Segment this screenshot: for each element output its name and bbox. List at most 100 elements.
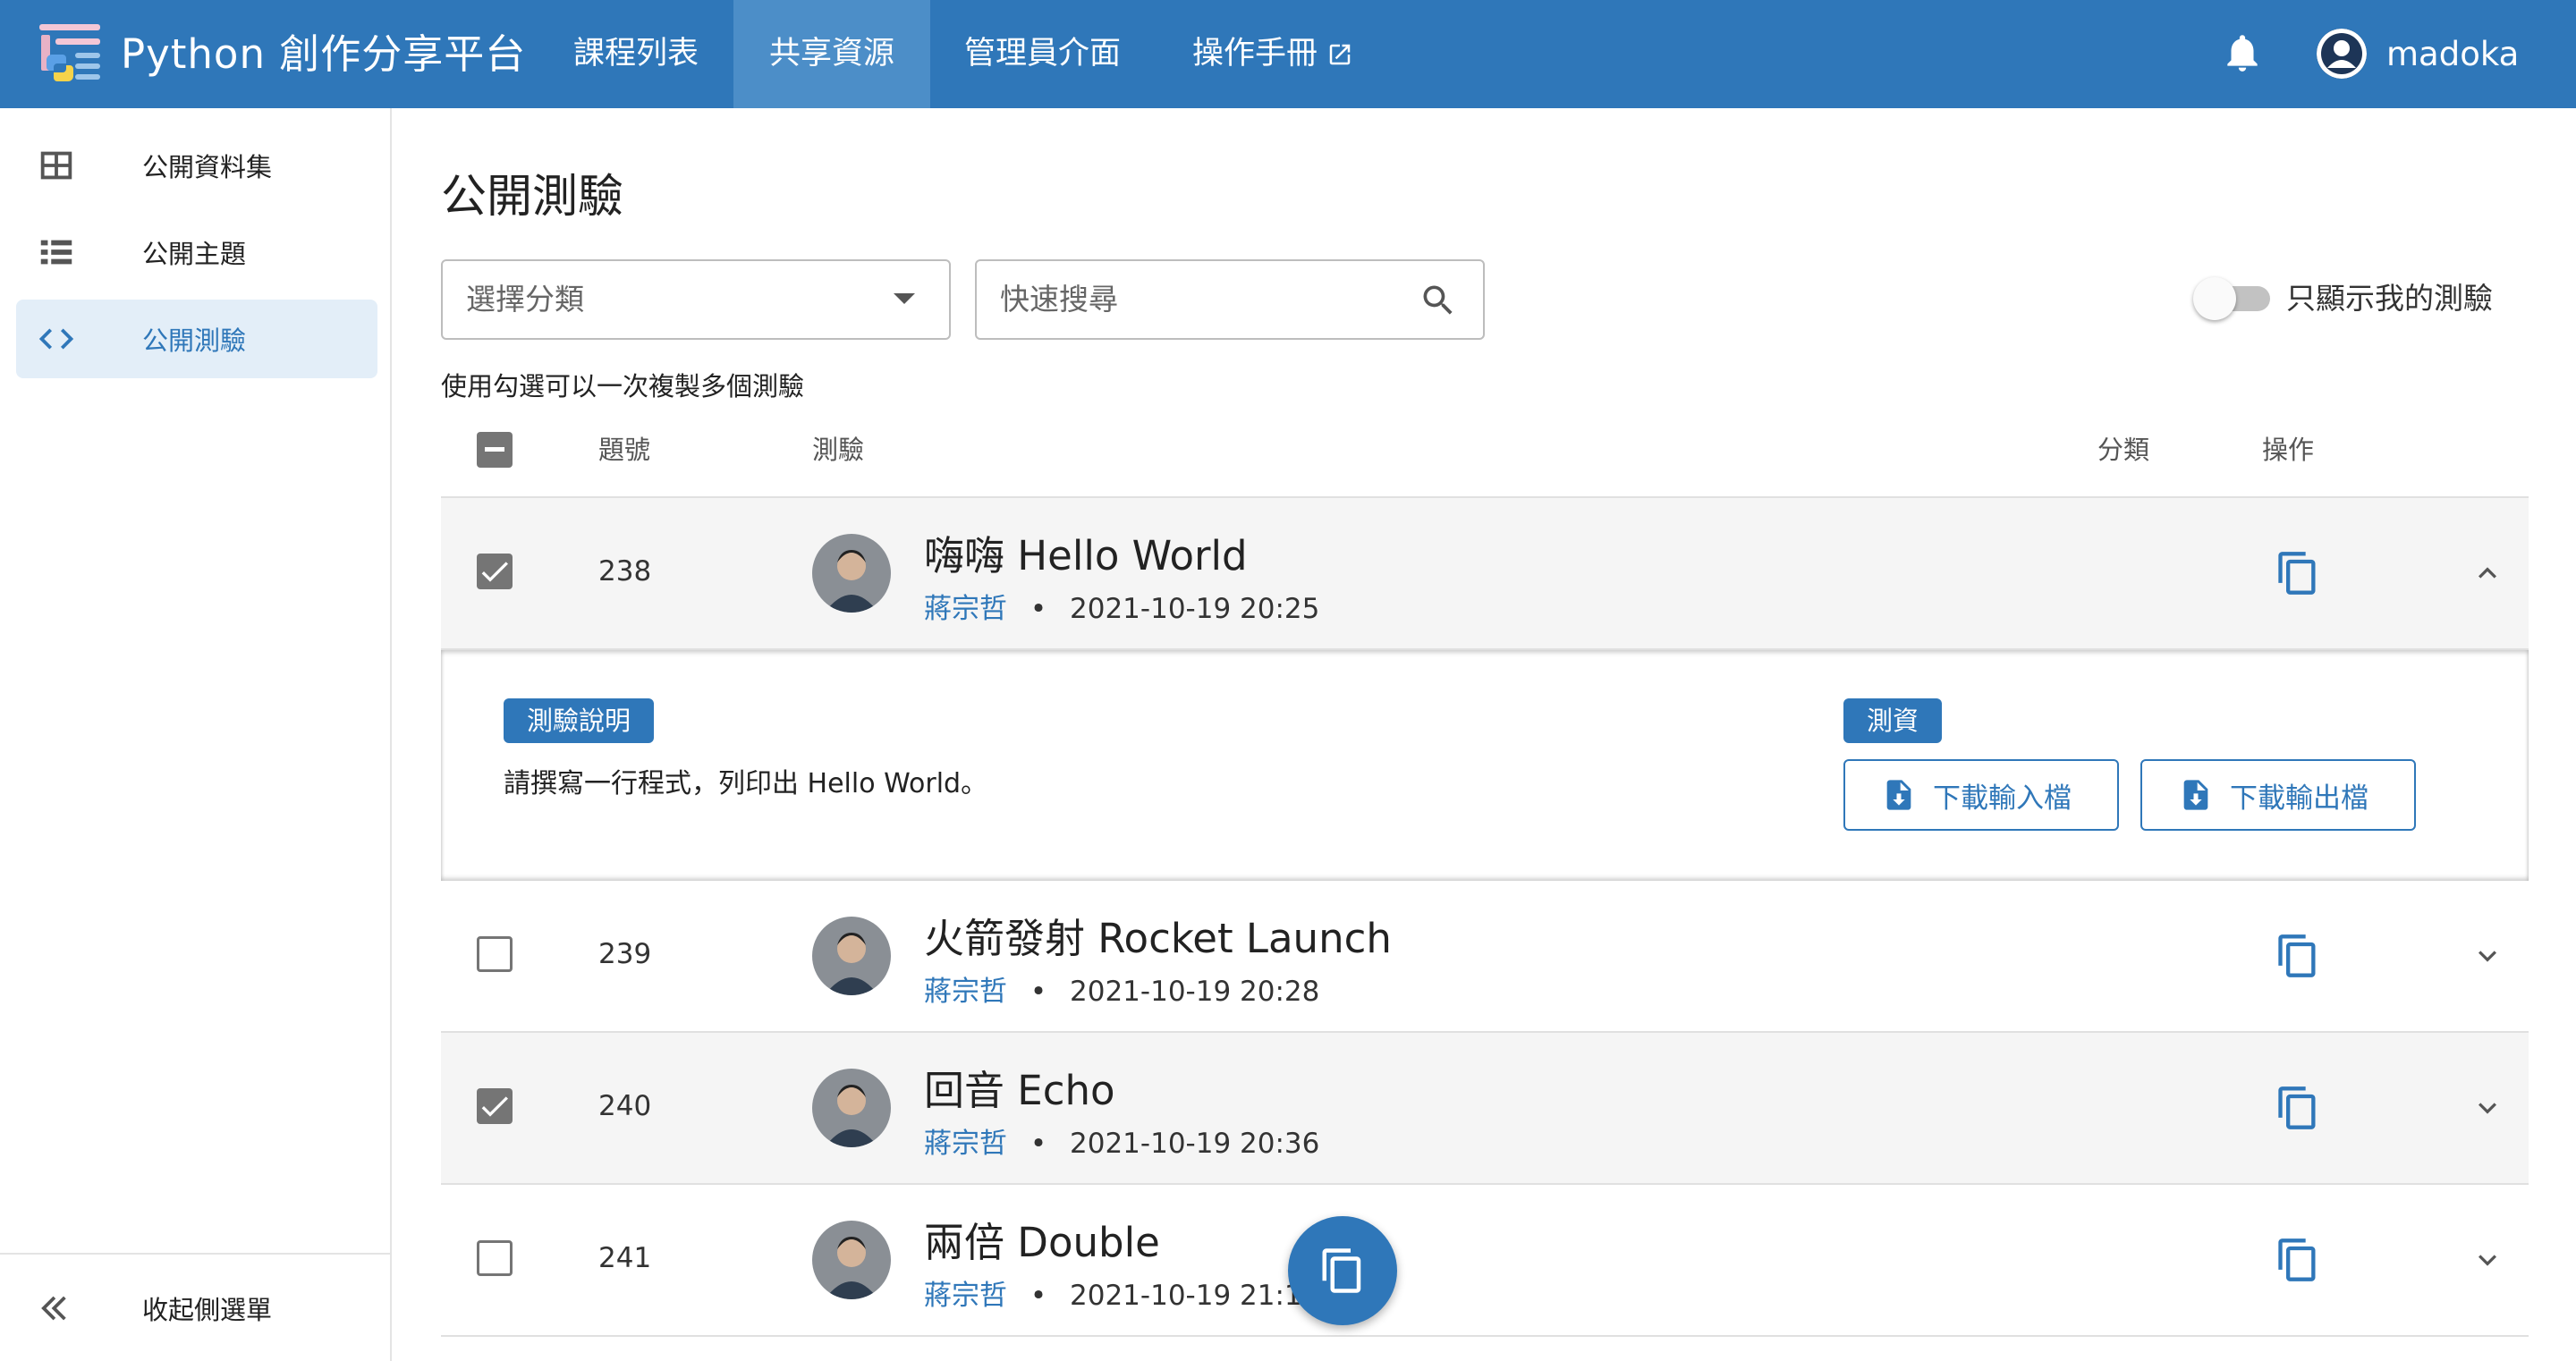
quiz-date: 2021-10-19 20:25 — [1070, 593, 1320, 625]
chevron-down-icon[interactable] — [2470, 1090, 2505, 1126]
sidebar-item-public-topics[interactable]: 公開主題 — [16, 213, 377, 292]
table-row[interactable]: 238 嗨嗨 Hello World 蔣宗哲 • 2021-10-19 20:2… — [441, 498, 2529, 650]
header-num[interactable]: 題號 — [598, 414, 650, 486]
author-link[interactable]: 蔣宗哲 — [924, 976, 1007, 1008]
copy-icon[interactable] — [2275, 1085, 2321, 1131]
list-icon — [40, 240, 72, 265]
category-placeholder: 選擇分類 — [466, 282, 584, 317]
meta-separator: • — [1030, 1128, 1047, 1160]
quiz-detail-panel: 測驗說明 請撰寫一行程式，列印出 Hello World。 測資 下載輸入檔 下… — [441, 650, 2529, 881]
table-row[interactable]: 241 兩倍 Double 蔣宗哲 • 2021-10-19 21:10 — [441, 1185, 2529, 1337]
table-row[interactable]: 240 回音 Echo 蔣宗哲 • 2021-10-19 20:36 — [441, 1033, 2529, 1185]
author-avatar — [812, 917, 891, 995]
nav-admin[interactable]: 管理員介面 — [928, 0, 1157, 108]
table-icon — [40, 151, 72, 180]
author-link[interactable]: 蔣宗哲 — [924, 593, 1007, 625]
collapse-sidebar-button[interactable]: 收起側選單 — [16, 1269, 377, 1348]
meta-separator: • — [1030, 976, 1047, 1008]
user-avatar-icon — [2317, 29, 2367, 79]
table-row[interactable]: 239 火箭發射 Rocket Launch 蔣宗哲 • 2021-10-19 … — [441, 881, 2529, 1033]
nav-course-list[interactable]: 課程列表 — [538, 0, 734, 108]
quiz-meta: 蔣宗哲 • 2021-10-19 20:28 — [924, 968, 1319, 1009]
copy-selected-fab[interactable] — [1288, 1216, 1397, 1325]
code-icon — [38, 328, 74, 350]
nav-label: 操作手冊 — [1192, 36, 1318, 72]
copy-icon[interactable] — [2275, 1237, 2321, 1283]
page-title: 公開測驗 — [441, 171, 624, 224]
check-icon — [481, 562, 508, 582]
nav-label: 共享資源 — [769, 36, 895, 72]
app-title[interactable]: Python 創作分享平台 — [121, 0, 526, 108]
category-select[interactable]: 選擇分類 — [441, 259, 951, 340]
description-chip: 測驗說明 — [504, 698, 655, 743]
header-category[interactable]: 分類 — [2097, 414, 2149, 486]
sidebar-item-public-quizzes[interactable]: 公開測驗 — [16, 300, 377, 378]
row-checkbox[interactable] — [477, 936, 513, 972]
download-output-button[interactable]: 下載輸出檔 — [2140, 759, 2416, 831]
username: madoka — [2386, 34, 2520, 73]
header-action: 操作 — [2262, 435, 2315, 465]
check-icon — [481, 1096, 508, 1117]
file-download-icon — [2183, 780, 2208, 810]
nav-label: 管理員介面 — [964, 36, 1122, 72]
table-header: 題號 測驗 分類 操作 — [441, 414, 2529, 498]
quiz-meta: 蔣宗哲 • 2021-10-19 20:25 — [924, 586, 1319, 626]
quiz-title[interactable]: 兩倍 Double — [924, 1210, 1160, 1268]
only-mine-toggle[interactable] — [2193, 277, 2272, 320]
chevron-up-icon[interactable] — [2470, 555, 2505, 591]
notification-bell-icon[interactable] — [2220, 30, 2265, 75]
chevron-down-icon[interactable] — [2470, 1242, 2505, 1278]
row-checkbox[interactable] — [477, 1088, 513, 1124]
sidebar-item-label: 公開測驗 — [142, 325, 247, 356]
quiz-title[interactable]: 嗨嗨 Hello World — [924, 523, 1248, 581]
meta-separator: • — [1030, 593, 1047, 625]
download-output-label: 下載輸出檔 — [2230, 782, 2368, 815]
sidebar-item-public-datasets[interactable]: 公開資料集 — [16, 126, 377, 205]
sidebar-item-label: 公開主題 — [142, 239, 247, 269]
quiz-date: 2021-10-19 20:28 — [1070, 976, 1320, 1008]
nav-shared-resources[interactable]: 共享資源 — [733, 0, 931, 108]
quiz-date: 2021-10-19 20:36 — [1070, 1128, 1320, 1160]
download-input-button[interactable]: 下載輸入檔 — [1843, 759, 2119, 831]
quiz-description: 請撰寫一行程式，列印出 Hello World。 — [504, 768, 988, 799]
copy-icon — [1322, 1248, 1361, 1293]
sidebar: 公開資料集 公開主題 公開測驗 收起側選單 — [0, 108, 392, 1361]
sidebar-item-label: 收起側選單 — [142, 1295, 273, 1325]
toggle-thumb — [2193, 277, 2236, 320]
meta-separator: • — [1030, 1280, 1047, 1312]
only-mine-label: 只顯示我的測驗 — [2286, 281, 2493, 316]
top-app-bar: Python 創作分享平台 課程列表 共享資源 管理員介面 操作手冊 madok… — [0, 0, 2576, 108]
quiz-date: 2021-10-19 21:10 — [1070, 1280, 1320, 1312]
author-link[interactable]: 蔣宗哲 — [924, 1128, 1007, 1160]
app-logo-icon[interactable] — [39, 22, 102, 85]
row-checkbox[interactable] — [477, 554, 513, 589]
quiz-number: 240 — [598, 1090, 652, 1122]
copy-icon[interactable] — [2275, 550, 2321, 596]
download-input-label: 下載輸入檔 — [1933, 782, 2072, 815]
nav-manual[interactable]: 操作手冊 — [1157, 0, 1389, 108]
quiz-meta: 蔣宗哲 • 2021-10-19 21:10 — [924, 1272, 1319, 1313]
search-input[interactable]: 快速搜尋 — [975, 259, 1485, 340]
search-icon[interactable] — [1419, 281, 1458, 320]
quiz-title[interactable]: 回音 Echo — [924, 1058, 1115, 1116]
quiz-number: 238 — [598, 555, 652, 588]
author-link[interactable]: 蔣宗哲 — [924, 1280, 1007, 1312]
quiz-title[interactable]: 火箭發射 Rocket Launch — [924, 906, 1392, 964]
author-avatar — [812, 534, 891, 613]
sidebar-item-label: 公開資料集 — [142, 152, 273, 182]
double-chevron-left-icon — [41, 1296, 66, 1321]
testdata-chip: 測資 — [1843, 698, 1943, 743]
chevron-down-icon[interactable] — [2470, 938, 2505, 974]
author-avatar — [812, 1069, 891, 1147]
row-checkbox[interactable] — [477, 1240, 513, 1276]
multi-copy-hint: 使用勾選可以一次複製多個測驗 — [441, 371, 805, 402]
copy-icon[interactable] — [2275, 933, 2321, 979]
user-menu[interactable]: madoka — [2317, 27, 2519, 80]
sidebar-footer: 收起側選單 — [0, 1253, 392, 1361]
search-placeholder: 快速搜尋 — [1000, 282, 1118, 317]
header-quiz[interactable]: 測驗 — [812, 414, 864, 486]
select-all-checkbox[interactable] — [477, 432, 513, 468]
author-avatar — [812, 1221, 891, 1299]
indeterminate-icon — [485, 447, 504, 452]
dropdown-arrow-icon — [894, 293, 915, 304]
